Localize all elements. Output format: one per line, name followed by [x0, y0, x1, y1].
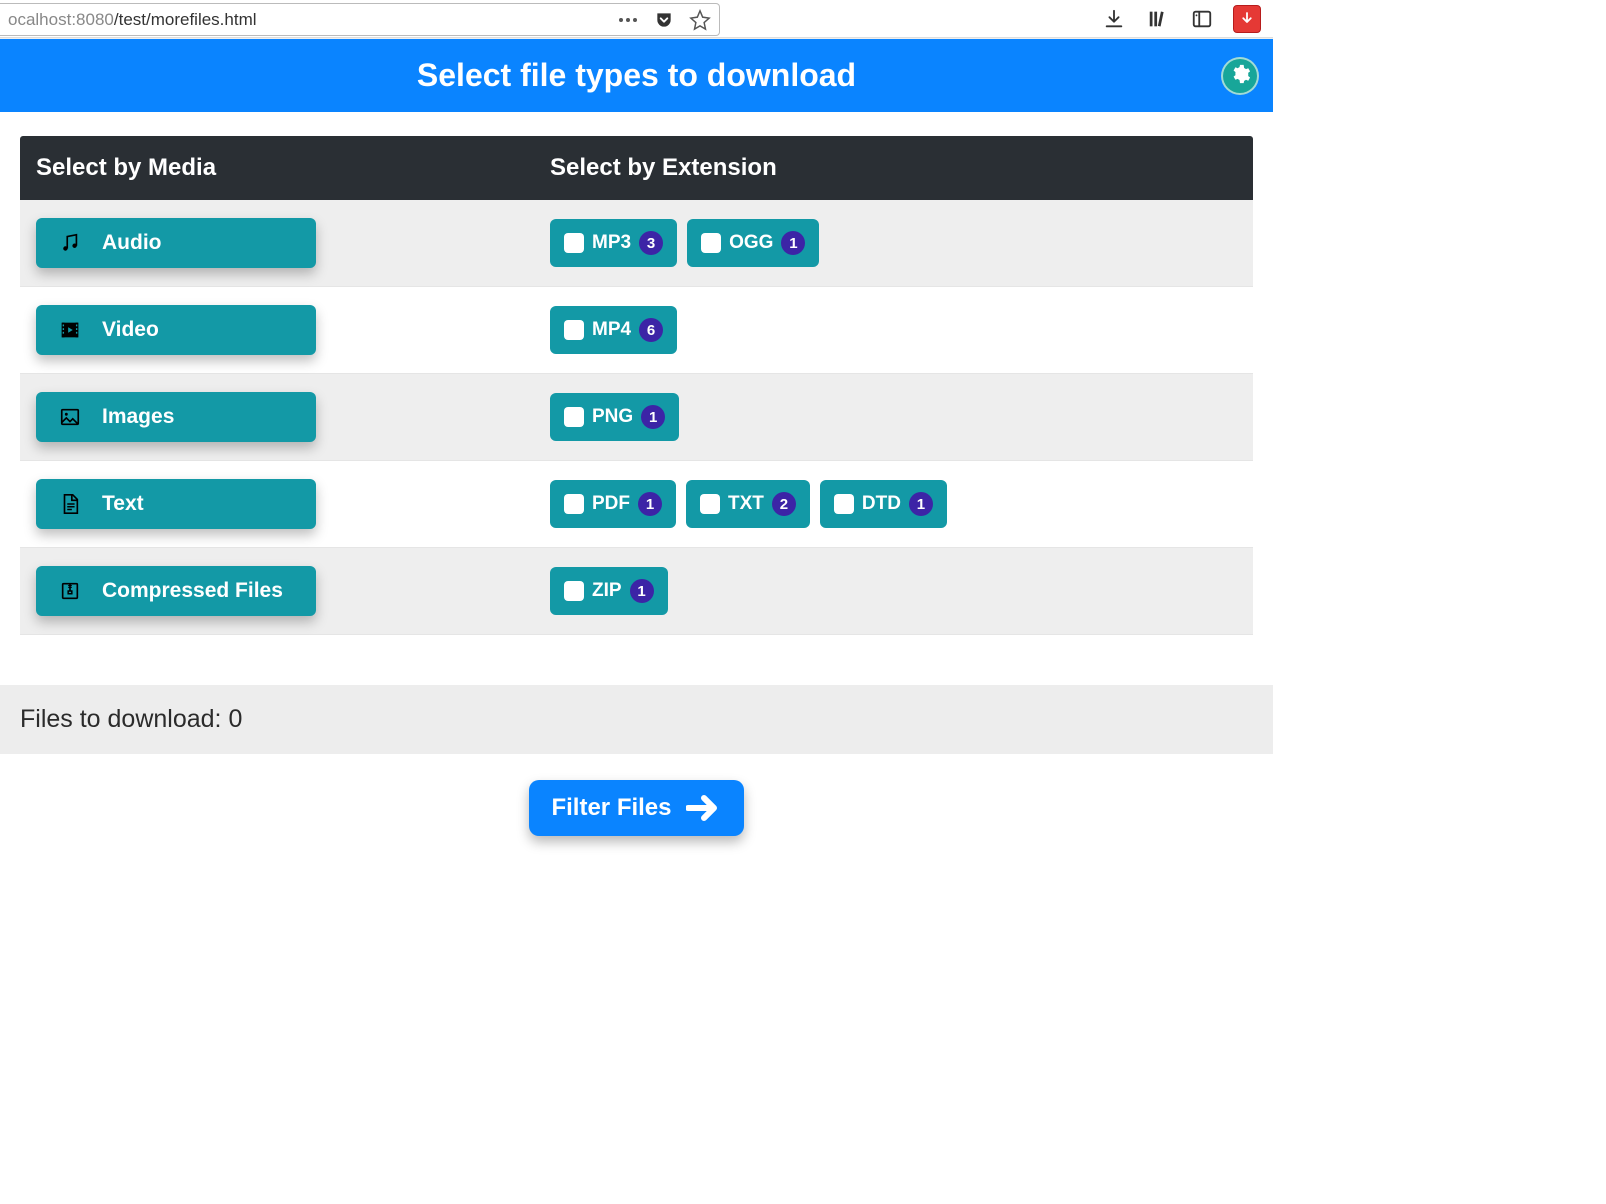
media-type-button[interactable]: Video [36, 305, 316, 355]
extension-checkbox[interactable] [564, 320, 584, 340]
row-extensions-cell: MP4 6 [550, 306, 1237, 354]
extension-checkbox[interactable] [564, 581, 584, 601]
row-extensions-cell: PDF 1 TXT 2 DTD 1 [550, 480, 1237, 528]
media-type-label: Video [102, 318, 159, 342]
app-header: Select file types to download [0, 38, 1273, 112]
extension-label: PNG [592, 406, 633, 428]
extension-count-badge: 1 [781, 231, 805, 255]
media-type-button[interactable]: Images [36, 392, 316, 442]
row-media-cell: Text [36, 479, 550, 529]
filter-button-wrap: Filter Files [0, 754, 1273, 846]
row-media-cell: Images [36, 392, 550, 442]
extension-chip[interactable]: PNG 1 [550, 393, 679, 441]
file-type-row: Compressed Files ZIP 1 [20, 548, 1253, 635]
extension-checkbox[interactable] [564, 233, 584, 253]
extension-icon[interactable] [1233, 5, 1261, 33]
page-title: Select file types to download [417, 57, 856, 94]
extension-checkbox[interactable] [564, 407, 584, 427]
file-type-row: Audio MP3 3 OGG 1 [20, 200, 1253, 287]
archive-icon [58, 579, 82, 603]
extension-chip[interactable]: DTD 1 [820, 480, 947, 528]
extension-label: OGG [729, 232, 773, 254]
extension-label: MP4 [592, 319, 631, 341]
extension-label: TXT [728, 493, 764, 515]
row-extensions-cell: MP3 3 OGG 1 [550, 219, 1237, 267]
extension-count-badge: 2 [772, 492, 796, 516]
library-icon[interactable] [1145, 6, 1171, 32]
media-type-button[interactable]: Text [36, 479, 316, 529]
section-header-row: Select by Media Select by Extension [20, 136, 1253, 200]
media-type-button[interactable]: Compressed Files [36, 566, 316, 616]
status-bar: Files to download: 0 [0, 685, 1273, 754]
section-header-media: Select by Media [36, 154, 216, 181]
row-extensions-cell: ZIP 1 [550, 567, 1237, 615]
extension-label: PDF [592, 493, 630, 515]
extension-label: MP3 [592, 232, 631, 254]
url-bar-icons [617, 9, 711, 31]
url-port: 8080 [76, 10, 114, 29]
media-type-button[interactable]: Audio [36, 218, 316, 268]
more-icon[interactable] [617, 9, 639, 31]
extension-chip[interactable]: MP3 3 [550, 219, 677, 267]
settings-button[interactable] [1221, 57, 1259, 95]
pocket-icon[interactable] [653, 9, 675, 31]
row-media-cell: Audio [36, 218, 550, 268]
extension-count-badge: 1 [630, 579, 654, 603]
file-type-row: Images PNG 1 [20, 374, 1253, 461]
url-path: /test/morefiles.html [114, 10, 257, 29]
extension-chip[interactable]: PDF 1 [550, 480, 676, 528]
popup-pointer [1568, 44, 1584, 52]
status-label: Files to download: [20, 705, 228, 733]
rows-container: Audio MP3 3 OGG 1 Video MP4 6 Images PNG 1 Text PDF 1… [20, 200, 1253, 635]
extension-count-badge: 1 [641, 405, 665, 429]
content-area: Select by Media Select by Extension Audi… [0, 136, 1273, 655]
extension-count-badge: 1 [638, 492, 662, 516]
media-type-label: Images [102, 405, 174, 429]
extension-count-badge: 3 [639, 231, 663, 255]
sidebar-icon[interactable] [1189, 6, 1215, 32]
url-host-prefix: ocalhost: [8, 10, 76, 29]
star-icon[interactable] [689, 9, 711, 31]
row-media-cell: Compressed Files [36, 566, 550, 616]
url-text: ocalhost:8080/test/morefiles.html [8, 10, 617, 30]
filter-button-label: Filter Files [551, 794, 671, 822]
extension-chip[interactable]: TXT 2 [686, 480, 810, 528]
gear-icon [1229, 63, 1251, 90]
media-type-label: Compressed Files [102, 579, 283, 603]
browser-toolbar [720, 5, 1273, 33]
extension-label: ZIP [592, 580, 622, 602]
music-icon [58, 231, 82, 255]
extension-label: DTD [862, 493, 901, 515]
file-type-row: Text PDF 1 TXT 2 DTD 1 [20, 461, 1253, 548]
extension-checkbox[interactable] [564, 494, 584, 514]
extension-checkbox[interactable] [834, 494, 854, 514]
document-icon [58, 492, 82, 516]
row-extensions-cell: PNG 1 [550, 393, 1237, 441]
media-type-label: Text [102, 492, 144, 516]
filter-files-button[interactable]: Filter Files [529, 780, 743, 836]
media-type-label: Audio [102, 231, 161, 255]
extension-chip[interactable]: MP4 6 [550, 306, 677, 354]
url-bar[interactable]: ocalhost:8080/test/morefiles.html [0, 3, 720, 36]
extension-checkbox[interactable] [701, 233, 721, 253]
row-media-cell: Video [36, 305, 550, 355]
extension-chip[interactable]: ZIP 1 [550, 567, 668, 615]
status-count: 0 [228, 705, 242, 733]
file-type-row: Video MP4 6 [20, 287, 1253, 374]
extension-count-badge: 1 [909, 492, 933, 516]
downloads-icon[interactable] [1101, 6, 1127, 32]
browser-chrome: ocalhost:8080/test/morefiles.html [0, 0, 1273, 38]
extension-chip[interactable]: OGG 1 [687, 219, 819, 267]
extension-checkbox[interactable] [700, 494, 720, 514]
extension-count-badge: 6 [639, 318, 663, 342]
arrow-right-icon [686, 795, 722, 821]
section-header-extension: Select by Extension [550, 154, 777, 181]
image-icon [58, 405, 82, 429]
film-icon [58, 318, 82, 342]
